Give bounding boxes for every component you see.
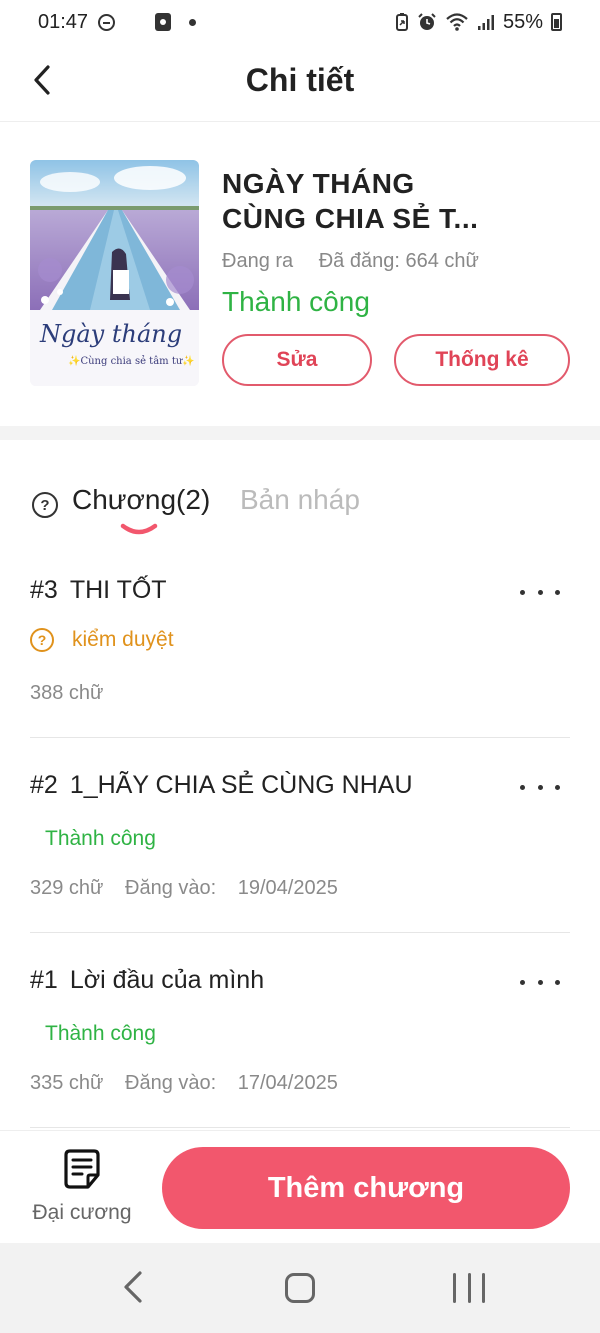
alarm-icon	[418, 13, 436, 30]
chapter-meta: 335 chữ Đăng vào: 17/04/2025	[30, 1072, 338, 1095]
book-title: NGÀY THÁNG CÙNG CHIA SẺ T...	[222, 166, 552, 236]
chapter-tabs: ? Chương(2) Bản nháp	[30, 470, 570, 550]
book-state: Đang ra	[222, 250, 294, 272]
chapter-item[interactable]: #3 THI TỐT ? kiểm duyệt 388 chữ	[30, 576, 570, 738]
book-title-line2: CÙNG CHIA SẺ T...	[222, 203, 479, 234]
chapter-title: #1 Lời đầu của mình	[30, 966, 264, 995]
book-status: Thành công	[222, 286, 370, 317]
add-chapter-button[interactable]: Thêm chương	[162, 1147, 570, 1229]
more-options-button[interactable]	[520, 580, 560, 604]
cover-subtitle: ✨Cùng chia sẻ tâm tư✨	[68, 356, 195, 367]
app-notification-icon	[155, 13, 172, 31]
more-options-button[interactable]	[520, 775, 560, 799]
status-bar: 01:47 55%	[0, 0, 600, 44]
chapter-number: #2	[30, 771, 58, 799]
battery-percent: 55%	[502, 10, 543, 33]
status-time: 01:47	[38, 10, 89, 33]
chapter-name: 1_HÃY CHIA SẺ CÙNG NHAU	[69, 771, 413, 799]
chapter-number: #3	[30, 576, 58, 604]
chapter-word-count: 329 chữ	[30, 877, 104, 899]
chapter-posted-date: 19/04/2025	[237, 877, 338, 899]
tab-drafts[interactable]: Bản nháp	[240, 484, 360, 516]
edit-button[interactable]: Sửa	[222, 334, 372, 386]
wifi-icon	[446, 13, 468, 31]
book-meta: Đang ra Đã đăng: 664 chữ	[222, 250, 479, 273]
chapter-name: Lời đầu của mình	[69, 966, 265, 994]
cover-title: Ngày tháng	[40, 320, 183, 348]
book-cover[interactable]: Ngày tháng ✨Cùng chia sẻ tâm tư✨	[30, 160, 199, 386]
app-header: Chi tiết	[0, 44, 600, 122]
chapter-title: #3 THI TỐT	[30, 576, 167, 605]
chapter-name: THI TỐT	[69, 576, 167, 604]
outline-button[interactable]: Đại cương	[24, 1145, 140, 1235]
notification-dot-icon	[189, 18, 197, 26]
chapter-status: Thành công	[45, 1022, 156, 1045]
chapter-meta: 329 chữ Đăng vào: 19/04/2025	[30, 877, 338, 900]
book-info: Ngày tháng ✨Cùng chia sẻ tâm tư✨ NGÀY TH…	[0, 122, 600, 426]
bottom-action-bar: Đại cương Thêm chương	[0, 1130, 600, 1243]
chapter-word-count: 388 chữ	[30, 682, 104, 704]
outline-label: Đại cương	[32, 1201, 132, 1224]
tab-active-indicator	[120, 523, 158, 535]
chapter-status: Thành công	[45, 827, 156, 850]
review-pending-icon: ?	[30, 628, 54, 652]
system-nav-bar	[0, 1243, 600, 1333]
chapter-number: #1	[30, 966, 58, 994]
outline-document-icon	[64, 1149, 100, 1189]
cover-illustration	[30, 160, 199, 386]
chapter-word-count: 335 chữ	[30, 1072, 104, 1094]
page-title: Chi tiết	[245, 62, 355, 98]
chapter-status: ? kiểm duyệt	[30, 628, 174, 652]
chapter-title: #2 1_HÃY CHIA SẺ CÙNG NHAU	[30, 771, 413, 800]
more-options-button[interactable]	[520, 970, 560, 994]
tab-chapters[interactable]: Chương(2)	[72, 484, 210, 516]
signal-icon	[477, 15, 494, 30]
battery-icon	[551, 13, 562, 31]
battery-saver-icon	[395, 13, 408, 31]
do-not-disturb-icon	[98, 13, 116, 31]
chapter-item[interactable]: #2 1_HÃY CHIA SẺ CÙNG NHAU Thành công 329…	[30, 771, 570, 933]
nav-recent-apps-icon[interactable]	[453, 1273, 485, 1303]
help-icon[interactable]: ?	[32, 492, 58, 518]
chapter-posted-label: Đăng vào:	[125, 877, 217, 899]
nav-home-icon[interactable]	[285, 1273, 315, 1303]
chapter-status-label: kiểm duyệt	[72, 628, 174, 651]
chapter-posted-date: 17/04/2025	[237, 1072, 338, 1094]
nav-back-icon[interactable]	[118, 1267, 148, 1307]
stats-button[interactable]: Thống kê	[394, 334, 570, 386]
chapter-meta: 388 chữ	[30, 682, 103, 705]
chapter-posted-label: Đăng vào:	[125, 1072, 217, 1094]
section-divider	[0, 426, 600, 440]
chapter-item[interactable]: #1 Lời đầu của mình Thành công 335 chữ Đă…	[30, 966, 570, 1128]
book-title-line1: NGÀY THÁNG	[222, 168, 415, 199]
book-word-count: Đã đăng: 664 chữ	[318, 250, 479, 272]
